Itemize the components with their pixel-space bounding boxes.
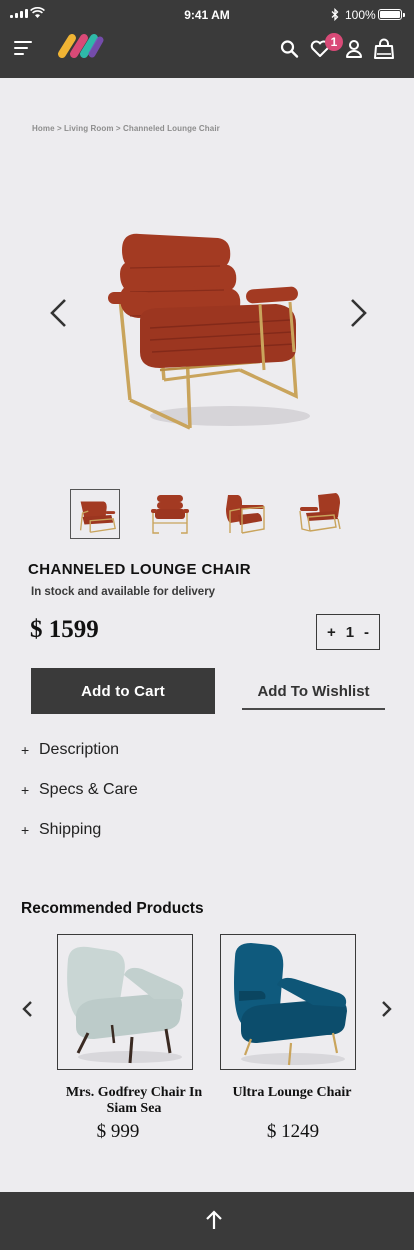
add-to-cart-button[interactable]: Add to Cart xyxy=(31,668,215,714)
quantity-decrease-button[interactable]: - xyxy=(364,624,369,641)
gallery-next-arrow-icon[interactable] xyxy=(346,297,370,329)
thumbnail-3[interactable] xyxy=(220,489,270,539)
carousel-next-arrow-icon[interactable] xyxy=(380,1000,394,1018)
carousel-prev-arrow-icon[interactable] xyxy=(20,1000,34,1018)
wishlist-count-badge: 1 xyxy=(325,33,343,51)
accordion-specs-care[interactable]: + Specs & Care xyxy=(21,781,138,799)
thumbnail-2[interactable] xyxy=(145,489,195,539)
breadcrumb[interactable]: Home > Living Room > Channeled Lounge Ch… xyxy=(32,124,220,133)
hamburger-menu-icon[interactable] xyxy=(14,38,34,56)
product-card-price: $ 1249 xyxy=(266,1121,320,1142)
shopping-bag-icon[interactable] xyxy=(373,38,395,60)
accordion-label: Shipping xyxy=(39,821,102,838)
product-card-price: $ 999 xyxy=(96,1121,140,1142)
thumbnail-strip xyxy=(0,489,414,539)
arrow-up-icon[interactable] xyxy=(204,1209,224,1231)
battery-icon xyxy=(378,9,405,20)
teal-armchair-image xyxy=(234,943,347,1066)
gallery-prev-arrow-icon[interactable] xyxy=(47,297,71,329)
status-bar: 9:41 AM 100% xyxy=(0,0,414,30)
search-icon[interactable] xyxy=(279,38,301,60)
accordion-shipping[interactable]: + Shipping xyxy=(21,821,101,839)
user-icon[interactable] xyxy=(343,38,365,60)
product-card-name[interactable]: Mrs. Godfrey Chair In Siam Sea xyxy=(54,1085,214,1117)
product-price: $ 1599 xyxy=(30,616,99,643)
top-navigation-bar: 9:41 AM 100% 1 xyxy=(0,0,414,78)
product-card-name[interactable]: Ultra Lounge Chair xyxy=(212,1085,372,1101)
accordion-label: Description xyxy=(39,741,120,758)
plus-icon: + xyxy=(21,742,30,758)
product-main-image[interactable] xyxy=(100,220,315,435)
footer-bar xyxy=(0,1192,414,1250)
battery-percentage: 100% xyxy=(345,8,376,22)
plus-icon: + xyxy=(21,822,30,838)
mint-armchair-image xyxy=(67,946,184,1064)
quantity-stepper: + 1 - xyxy=(316,614,380,650)
add-to-wishlist-button[interactable]: Add To Wishlist xyxy=(242,683,385,710)
product-card-image[interactable] xyxy=(57,934,193,1070)
thumbnail-1[interactable] xyxy=(70,489,120,539)
product-title: CHANNELED LOUNGE CHAIR xyxy=(28,561,251,578)
accordion-label: Specs & Care xyxy=(39,781,138,798)
quantity-increase-button[interactable]: + xyxy=(327,624,336,641)
brand-logo[interactable] xyxy=(56,30,106,60)
quantity-value: 1 xyxy=(345,623,355,641)
accordion-description[interactable]: + Description xyxy=(21,741,119,759)
availability-status: In stock and available for delivery xyxy=(31,586,216,598)
thumbnail-4[interactable] xyxy=(296,489,346,539)
recommended-products-title: Recommended Products xyxy=(21,900,204,917)
bluetooth-icon xyxy=(331,8,339,21)
plus-icon: + xyxy=(21,782,30,798)
product-card-image[interactable] xyxy=(220,934,356,1070)
